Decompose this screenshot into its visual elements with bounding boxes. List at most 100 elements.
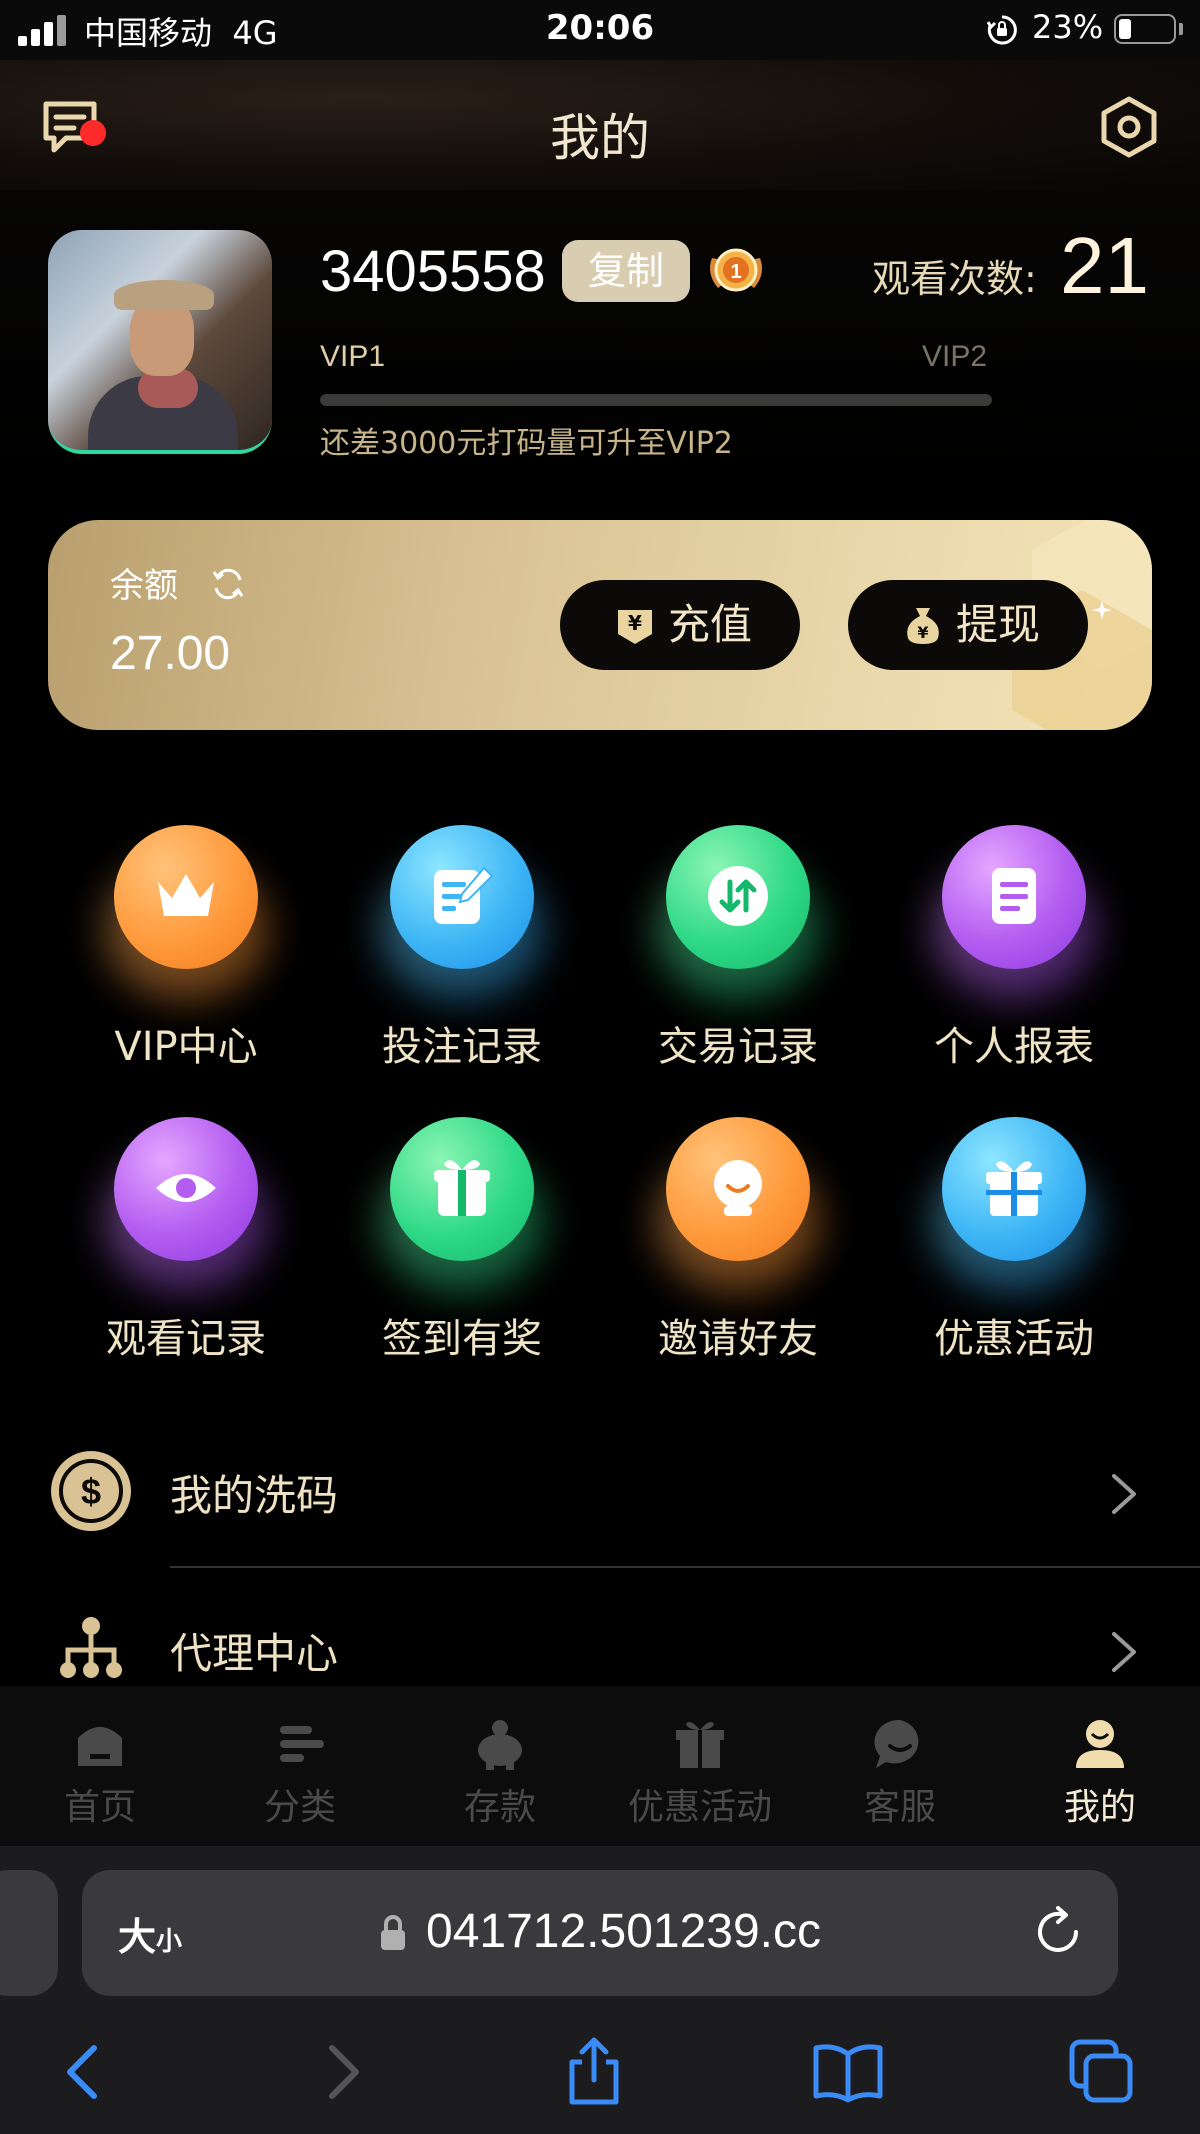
user-id: 3405558 — [320, 239, 546, 304]
nav-label: 优惠活动 — [627, 1787, 772, 1828]
share-icon[interactable] — [558, 2036, 630, 2108]
edit-note-icon — [434, 866, 494, 924]
grid-item-checkin-reward[interactable]: 签到有奖 — [324, 1092, 600, 1362]
grid-item-label: 交易记录 — [658, 1024, 818, 1070]
grid-item-label: 个人报表 — [934, 1024, 1094, 1070]
org-tree-icon — [60, 1617, 122, 1678]
crown-icon — [158, 874, 214, 916]
address-bar[interactable]: 大小 041712.501239.cc — [82, 1870, 1118, 1996]
grid-item-transaction-records[interactable]: 交易记录 — [600, 800, 876, 1070]
grid-item-invite-friends[interactable]: 邀请好友 — [600, 1092, 876, 1362]
page-title: 我的 — [550, 109, 650, 167]
previous-tab[interactable] — [0, 1870, 58, 1996]
nav-customer-service[interactable]: 客服 — [800, 1686, 1000, 1846]
nav-label: 我的 — [1063, 1787, 1136, 1828]
text-size-large: 大 — [118, 1915, 157, 1959]
lock-icon — [381, 1915, 405, 1950]
gift-icon — [986, 1161, 1042, 1216]
medal-icon: 1 — [710, 248, 762, 292]
text-size-button[interactable]: 大小 — [118, 1906, 182, 1961]
battery-icon — [1114, 14, 1176, 44]
rotation-lock-icon — [986, 15, 1017, 45]
chevron-right-icon — [1112, 1632, 1136, 1672]
medal-number: 1 — [730, 261, 741, 283]
battery-percent: 23% — [1032, 8, 1104, 46]
clock: 20:06 — [545, 8, 655, 48]
balance-label: 余额 — [110, 566, 178, 606]
feature-grid: VIP中心 投注记录 交易记录 个人报表 观看记录 签到有奖 邀请好友 优惠活动 — [0, 800, 1200, 1362]
home-icon — [78, 1727, 122, 1766]
view-count: 21 — [1060, 221, 1149, 310]
withdraw-button[interactable]: ¥ 提现 — [848, 580, 1088, 670]
nav-deposit[interactable]: 存款 — [400, 1686, 600, 1846]
vip-current-level: VIP1 — [320, 340, 386, 373]
refresh-icon[interactable] — [210, 566, 246, 602]
nav-label: 存款 — [463, 1787, 536, 1828]
nav-label: 分类 — [263, 1787, 336, 1828]
user-icon — [1076, 1720, 1124, 1768]
battery-level — [1119, 19, 1131, 39]
grid-item-bet-records[interactable]: 投注记录 — [324, 800, 600, 1070]
browser-toolbar: 大小 041712.501239.cc — [0, 1846, 1200, 2134]
withdraw-label: 提现 — [956, 600, 1041, 649]
back-icon[interactable] — [48, 2036, 120, 2108]
bookmarks-icon[interactable] — [812, 2036, 884, 2108]
bottom-nav: 首页 分类 存款 优惠活动 客服 我的 — [0, 1686, 1200, 1846]
nav-mine[interactable]: 我的 — [1000, 1686, 1200, 1846]
nav-label: 首页 — [63, 1787, 136, 1828]
nav-promotions[interactable]: 优惠活动 — [600, 1686, 800, 1846]
grid-item-vip-center[interactable]: VIP中心 — [48, 800, 324, 1070]
grid-item-label: 投注记录 — [382, 1024, 542, 1070]
gift-icon — [676, 1722, 724, 1768]
vip-next-level: VIP2 — [922, 340, 988, 373]
nav-label: 客服 — [863, 1787, 936, 1828]
piggy-bank-icon — [478, 1720, 522, 1770]
grid-item-label: VIP中心 — [114, 1024, 258, 1070]
eye-icon — [156, 1174, 216, 1202]
list-item-label: 代理中心 — [170, 1629, 339, 1678]
url-text: 041712.501239.cc — [426, 1905, 822, 1958]
grid-item-label: 观看记录 — [106, 1316, 266, 1362]
svg-text:¥: ¥ — [917, 623, 928, 642]
forward-icon[interactable] — [306, 2036, 378, 2108]
list-item-wash-code[interactable]: $ 我的洗码 — [0, 1418, 1200, 1558]
vip-progress-bar — [320, 394, 992, 406]
grid-item-personal-report[interactable]: 个人报表 — [876, 800, 1152, 1070]
grid-item-label: 优惠活动 — [934, 1316, 1094, 1362]
copy-button[interactable]: 复制 — [562, 240, 690, 302]
status-bar: 中国移动 4G 20:06 23% — [0, 0, 1200, 60]
chat-bubble-icon — [874, 1719, 919, 1768]
svg-text:$: $ — [81, 1471, 101, 1512]
nav-category[interactable]: 分类 — [200, 1686, 400, 1846]
money-bag-icon: ¥ — [907, 608, 939, 644]
transfer-arrows-icon — [708, 866, 768, 926]
friend-face-icon — [714, 1160, 762, 1216]
grid-item-watch-history[interactable]: 观看记录 — [48, 1092, 324, 1362]
document-icon — [992, 868, 1036, 924]
nav-home[interactable]: 首页 — [0, 1686, 200, 1846]
reload-icon[interactable] — [1030, 1904, 1086, 1960]
category-icon — [280, 1726, 324, 1762]
yuan-ticket-icon: ¥ — [618, 610, 652, 644]
svg-text:¥: ¥ — [628, 611, 642, 635]
balance-value: 27.00 — [110, 627, 231, 680]
page-header: 我的 — [0, 60, 1200, 190]
list-item-label: 我的洗码 — [170, 1471, 339, 1520]
profile-section: 3405558 复制 1 观看次数: 21 VIP1 VIP2 还差3000元打… — [0, 190, 1200, 490]
balance-card: 余额 27.00 ¥ 充值 ¥ 提现 — [48, 520, 1152, 730]
vip-upgrade-hint: 还差3000元打码量可升至VIP2 — [320, 426, 733, 461]
tabs-icon[interactable] — [1066, 2036, 1138, 2108]
gift-box-icon — [434, 1160, 490, 1216]
grid-item-promotions[interactable]: 优惠活动 — [876, 1092, 1152, 1362]
recharge-button[interactable]: ¥ 充值 — [560, 580, 800, 670]
dollar-coin-icon: $ — [51, 1451, 131, 1531]
grid-item-label: 邀请好友 — [658, 1316, 818, 1362]
grid-item-label: 签到有奖 — [382, 1316, 542, 1362]
divider — [170, 1566, 1200, 1568]
avatar[interactable] — [48, 230, 272, 454]
view-count-label: 观看次数: — [872, 257, 1037, 301]
text-size-small: 小 — [156, 1927, 183, 1957]
settings-icon[interactable] — [1100, 96, 1158, 158]
recharge-label: 充值 — [668, 600, 753, 649]
chevron-right-icon — [1112, 1474, 1136, 1514]
